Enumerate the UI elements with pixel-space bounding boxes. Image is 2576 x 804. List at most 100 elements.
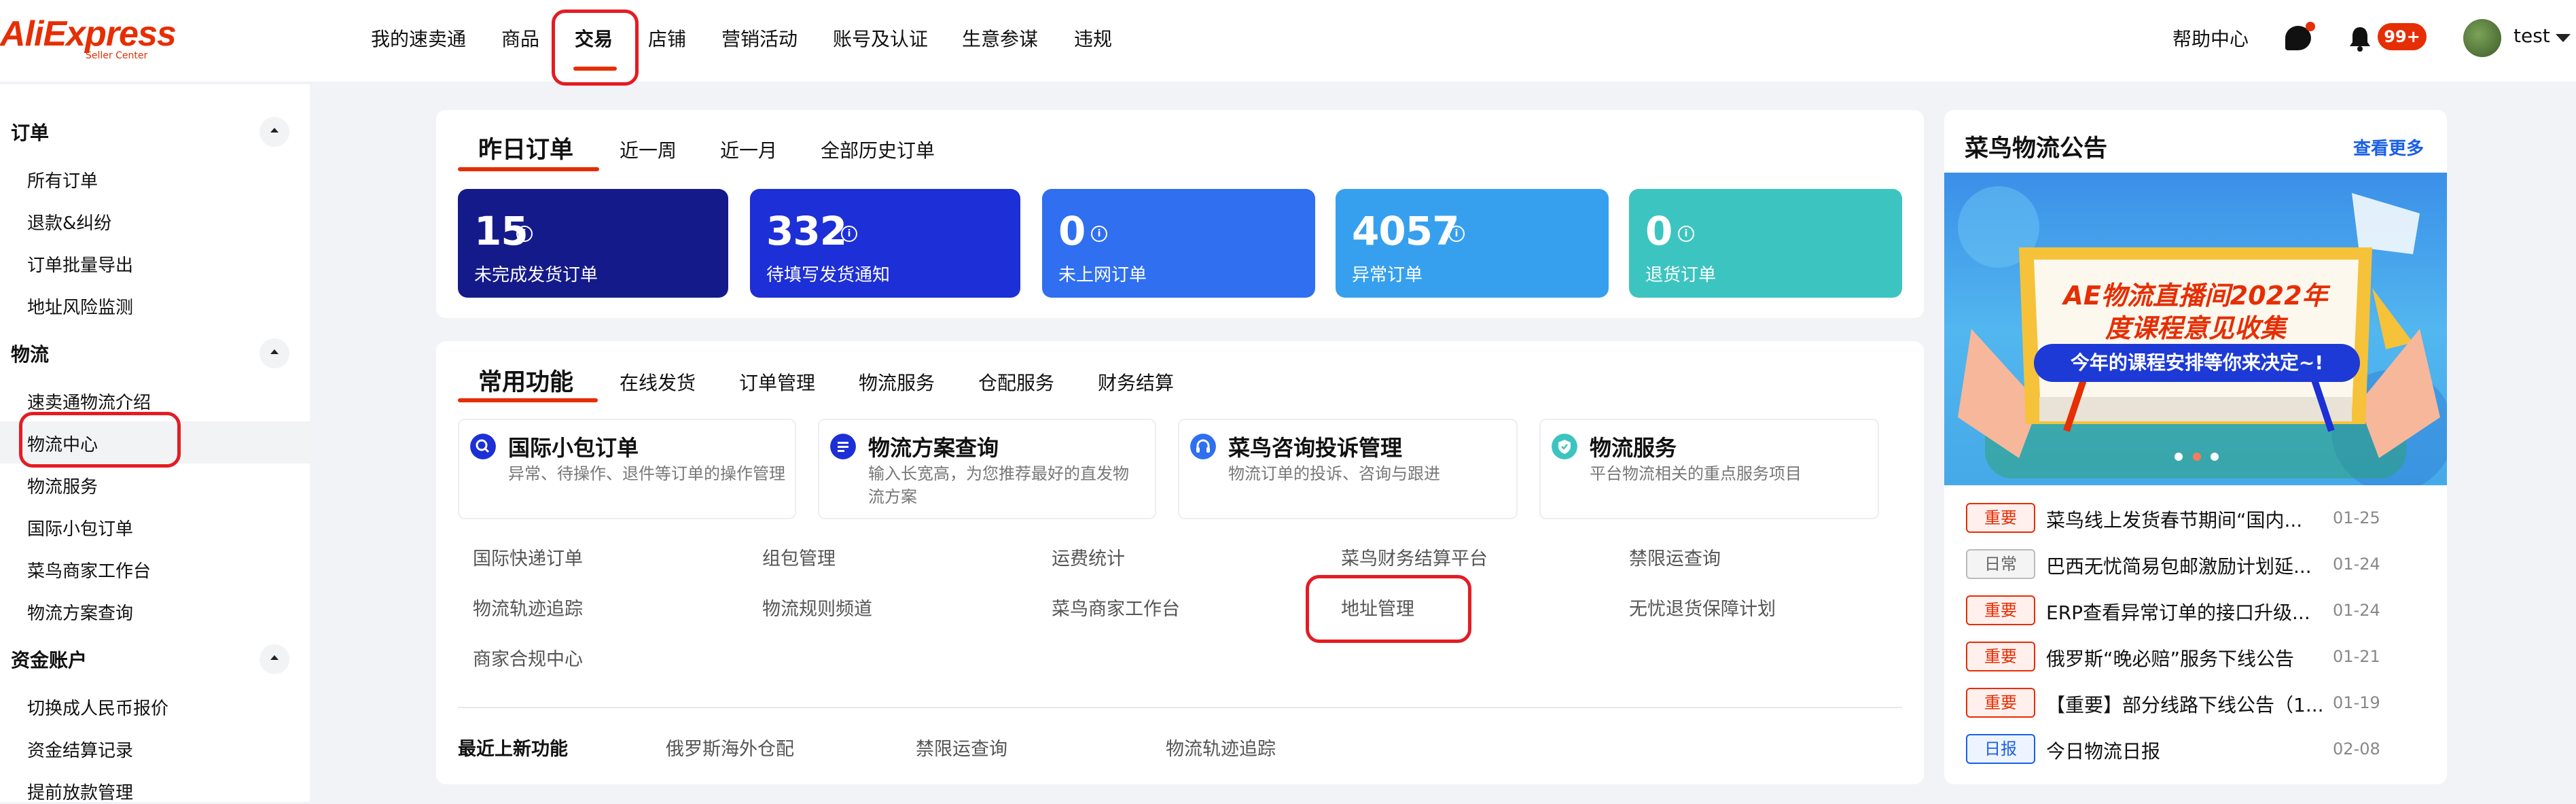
bell-icon[interactable] bbox=[2348, 26, 2372, 52]
tab-logistics-service[interactable]: 物流服务 bbox=[859, 368, 935, 396]
sidebar-item-early-payout[interactable]: 提前放款管理 bbox=[27, 779, 133, 804]
aliexpress-logo[interactable]: AliExpress Seller Center bbox=[0, 14, 177, 61]
function-title: 物流方案查询 bbox=[868, 435, 999, 461]
stat-label: 退货订单 bbox=[1645, 265, 1717, 285]
sidebar-item-rmb-pricing[interactable]: 切换成人民币报价 bbox=[27, 695, 168, 720]
nav-account[interactable]: 账号及认证 bbox=[833, 24, 928, 52]
recent-link-restricted[interactable]: 禁限运查询 bbox=[916, 734, 1007, 761]
function-card-logistics-plan[interactable]: 物流方案查询 输入长宽高，为您推荐最好的直发物流方案 bbox=[818, 419, 1156, 519]
stat-abnormal[interactable]: 4057 i 异常订单 bbox=[1336, 189, 1609, 298]
tab-common-functions[interactable]: 常用功能 bbox=[478, 363, 573, 398]
function-card-small-parcel[interactable]: 国际小包订单 异常、待操作、退件等订单的操作管理 bbox=[458, 419, 796, 519]
info-icon[interactable]: i bbox=[1678, 226, 1694, 242]
logo-text: AliExpress bbox=[0, 14, 177, 54]
stat-pending-notice[interactable]: 332 i 待填写发货通知 bbox=[750, 189, 1020, 298]
stat-returns[interactable]: 0 i 退货订单 bbox=[1629, 189, 1902, 298]
stat-value: 332 bbox=[766, 208, 847, 254]
sidebar-section-orders[interactable]: 订单 bbox=[11, 118, 49, 145]
nav-marketing[interactable]: 营销活动 bbox=[721, 24, 798, 52]
sidebar-item-refunds[interactable]: 退款&纠纷 bbox=[27, 209, 111, 234]
announcement-date: 01-24 bbox=[2333, 555, 2380, 574]
sidebar-section-logistics[interactable]: 物流 bbox=[11, 340, 49, 367]
stat-value: 0 bbox=[1058, 208, 1086, 254]
tab-yesterday[interactable]: 昨日订单 bbox=[478, 130, 573, 165]
avatar[interactable] bbox=[2463, 19, 2501, 57]
logo-subtitle: Seller Center bbox=[86, 50, 148, 61]
sidebar-section-funds[interactable]: 资金账户 bbox=[11, 646, 87, 673]
divider bbox=[458, 707, 1902, 708]
top-header: AliExpress Seller Center 我的速卖通 商品 交易 店铺 … bbox=[0, 0, 2576, 86]
banner-title-line1: AE物流直播间2022年 bbox=[2063, 281, 2328, 311]
link-compliance-center[interactable]: 商家合规中心 bbox=[473, 644, 583, 671]
nav-store[interactable]: 店铺 bbox=[648, 24, 686, 52]
announcement-date: 01-24 bbox=[2333, 601, 2380, 620]
tab-finance[interactable]: 财务结算 bbox=[1098, 368, 1174, 396]
link-restricted-query[interactable]: 禁限运查询 bbox=[1629, 544, 1721, 570]
link-return-guarantee[interactable]: 无忧退货保障计划 bbox=[1629, 594, 1776, 621]
stat-label: 异常订单 bbox=[1352, 265, 1423, 285]
function-card-complaints[interactable]: 菜鸟咨询投诉管理 物流订单的投诉、咨询与跟进 bbox=[1178, 419, 1518, 519]
announcement-item[interactable]: ERP查看异常订单的接口升级... bbox=[2046, 598, 2330, 625]
link-cainiao-finance[interactable]: 菜鸟财务结算平台 bbox=[1341, 544, 1488, 570]
chat-icon[interactable] bbox=[2285, 22, 2315, 50]
help-center-link[interactable]: 帮助中心 bbox=[2172, 24, 2249, 52]
stat-not-online[interactable]: 0 i 未上网订单 bbox=[1042, 189, 1315, 298]
recent-link-russia-warehouse[interactable]: 俄罗斯海外仓配 bbox=[666, 734, 794, 761]
info-icon[interactable]: i bbox=[516, 226, 533, 242]
highlight-nav-trade bbox=[552, 10, 639, 86]
nav-business-advisor[interactable]: 生意参谋 bbox=[962, 24, 1038, 52]
sidebar-item-logistics-service[interactable]: 物流服务 bbox=[27, 473, 98, 498]
announcement-banner[interactable]: AE物流直播间2022年 度课程意见收集 今年的课程安排等你来决定~! bbox=[1944, 173, 2447, 485]
link-logistics-rules[interactable]: 物流规则频道 bbox=[762, 594, 872, 621]
sidebar-item-small-parcel[interactable]: 国际小包订单 bbox=[27, 515, 133, 540]
tag-important: 重要 bbox=[1966, 688, 2035, 718]
banner-subtitle: 今年的课程安排等你来决定~! bbox=[2034, 344, 2360, 382]
announcement-item[interactable]: 菜鸟线上发货春节期间“国内... bbox=[2046, 506, 2330, 533]
sidebar-item-address-risk[interactable]: 地址风险监测 bbox=[27, 294, 133, 319]
sidebar-item-cainiao-workbench[interactable]: 菜鸟商家工作台 bbox=[27, 557, 151, 582]
tab-order-management[interactable]: 订单管理 bbox=[739, 368, 815, 396]
stat-unshipped[interactable]: 15 i 未完成发货订单 bbox=[458, 189, 728, 298]
nav-my-aliexpress[interactable]: 我的速卖通 bbox=[371, 24, 466, 52]
info-icon[interactable]: i bbox=[1448, 226, 1465, 242]
view-more-link[interactable]: 查看更多 bbox=[2353, 135, 2424, 160]
announcement-item[interactable]: 俄罗斯“晚必赔”服务下线公告 bbox=[2046, 644, 2330, 671]
link-cainiao-workbench[interactable]: 菜鸟商家工作台 bbox=[1052, 594, 1180, 621]
tab-all-history[interactable]: 全部历史订单 bbox=[821, 136, 935, 163]
sidebar-item-logistics-plan[interactable]: 物流方案查询 bbox=[27, 599, 133, 625]
info-icon[interactable]: i bbox=[841, 226, 857, 242]
stat-value: 4057 bbox=[1352, 208, 1459, 254]
announcement-item[interactable]: 今日物流日报 bbox=[2046, 737, 2330, 764]
collapse-orders-icon[interactable] bbox=[260, 117, 289, 147]
announcement-item[interactable]: 【重要】部分线路下线公告（1... bbox=[2046, 691, 2330, 718]
link-freight-stats[interactable]: 运费统计 bbox=[1052, 544, 1125, 570]
username[interactable]: test bbox=[2514, 24, 2550, 47]
tab-week[interactable]: 近一周 bbox=[620, 136, 677, 163]
collapse-logistics-icon[interactable] bbox=[260, 338, 289, 368]
function-card-logistics-service[interactable]: 物流服务 平台物流相关的重点服务项目 bbox=[1539, 419, 1879, 519]
collapse-funds-icon[interactable] bbox=[260, 644, 289, 674]
nav-products[interactable]: 商品 bbox=[501, 24, 539, 52]
function-title: 菜鸟咨询投诉管理 bbox=[1228, 435, 1403, 461]
link-tracking[interactable]: 物流轨迹追踪 bbox=[473, 594, 583, 621]
tag-important: 重要 bbox=[1966, 595, 2035, 625]
tab-month[interactable]: 近一月 bbox=[720, 136, 777, 163]
function-desc: 输入长宽高，为您推荐最好的直发物流方案 bbox=[868, 464, 1129, 506]
link-package-management[interactable]: 组包管理 bbox=[762, 544, 836, 570]
announcement-item[interactable]: 巴西无忧简易包邮激励计划延... bbox=[2046, 552, 2330, 579]
recent-link-tracking[interactable]: 物流轨迹追踪 bbox=[1166, 734, 1276, 761]
function-desc: 平台物流相关的重点服务项目 bbox=[1590, 464, 1802, 483]
tab-warehouse[interactable]: 仓配服务 bbox=[978, 368, 1054, 396]
sidebar-item-logistics-intro[interactable]: 速卖通物流介绍 bbox=[27, 389, 151, 414]
function-desc: 异常、待操作、退件等订单的操作管理 bbox=[508, 464, 785, 483]
info-icon[interactable]: i bbox=[1091, 226, 1107, 242]
unread-dot bbox=[2306, 22, 2315, 31]
sidebar-item-batch-export[interactable]: 订单批量导出 bbox=[27, 251, 133, 277]
sidebar-item-all-orders[interactable]: 所有订单 bbox=[27, 167, 98, 192]
nav-violations[interactable]: 违规 bbox=[1074, 24, 1112, 52]
sidebar-item-settlement[interactable]: 资金结算记录 bbox=[27, 737, 133, 762]
chevron-down-icon[interactable] bbox=[2556, 34, 2571, 42]
tag-daily-report: 日报 bbox=[1966, 734, 2035, 764]
tab-online-shipping[interactable]: 在线发货 bbox=[620, 368, 696, 396]
link-intl-express-orders[interactable]: 国际快递订单 bbox=[473, 544, 583, 570]
